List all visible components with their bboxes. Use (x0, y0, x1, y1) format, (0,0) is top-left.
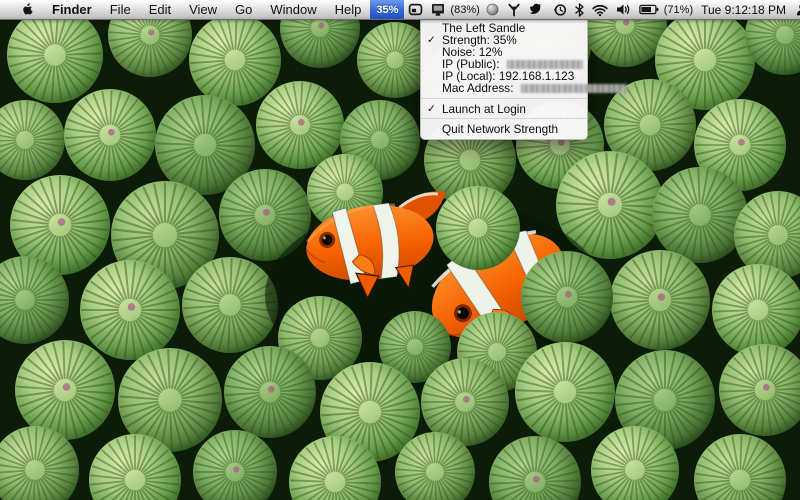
menu-item-launch-at-login[interactable]: ✓ Launch at Login (421, 103, 587, 115)
menu-bar-left: Finder File Edit View Go Window Help (0, 0, 370, 19)
menu-separator (421, 97, 587, 99)
menu-file[interactable]: File (101, 0, 140, 19)
wifi-icon[interactable] (588, 0, 612, 19)
twitter-bird-icon[interactable] (525, 0, 549, 19)
apple-logo-icon (23, 3, 33, 15)
menu-item-quit[interactable]: Quit Network Strength (421, 123, 587, 135)
network-strength-dropdown: The Left Sandle ✓ Strength: 35% Noise: 1… (420, 19, 627, 140)
menu-edit[interactable]: Edit (140, 0, 180, 19)
bluetooth-icon[interactable] (571, 0, 588, 19)
menu-bar: Finder File Edit View Go Window Help 35% (0, 0, 800, 20)
menu-view[interactable]: View (180, 0, 226, 19)
menu-item-mac-address[interactable]: Mac Address: (421, 81, 627, 96)
menu-bar-clock[interactable]: Tue 9:12:18 PM (695, 3, 792, 17)
menu-separator (421, 117, 587, 119)
sphere-icon[interactable] (482, 0, 503, 19)
menu-window[interactable]: Window (261, 0, 325, 19)
martini-glass-icon[interactable] (503, 0, 525, 19)
menu-item-label: Launch at Login (442, 101, 526, 116)
apple-menu[interactable] (12, 0, 43, 19)
menu-item-label: Mac Address: (442, 81, 514, 96)
redacted-public-ip (506, 60, 583, 70)
app-window-icon[interactable] (404, 0, 427, 19)
network-strength-menu-extra[interactable]: 35% (370, 0, 405, 19)
menu-item-label: Quit Network Strength (442, 121, 559, 136)
menu-go[interactable]: Go (226, 0, 261, 19)
wallpaper-image (0, 0, 800, 500)
checkmark-icon: ✓ (427, 34, 436, 47)
menu-help[interactable]: Help (326, 0, 371, 19)
battery-percent: (71%) (663, 3, 694, 16)
device-battery-percent: (83%) (450, 3, 480, 16)
redacted-mac-address (520, 84, 627, 94)
menu-finder[interactable]: Finder (43, 0, 101, 19)
time-machine-icon[interactable] (549, 0, 571, 19)
user-switching-icon[interactable] (792, 0, 800, 19)
battery-icon[interactable] (635, 0, 663, 19)
checkmark-icon: ✓ (427, 102, 436, 115)
volume-icon[interactable] (612, 0, 635, 19)
desktop: Finder File Edit View Go Window Help 35% (0, 0, 800, 500)
menu-bar-status-area: 35% (83%) (71%) Tue 9:12:18 PM (370, 0, 800, 19)
display-battery-icon[interactable] (427, 0, 449, 19)
